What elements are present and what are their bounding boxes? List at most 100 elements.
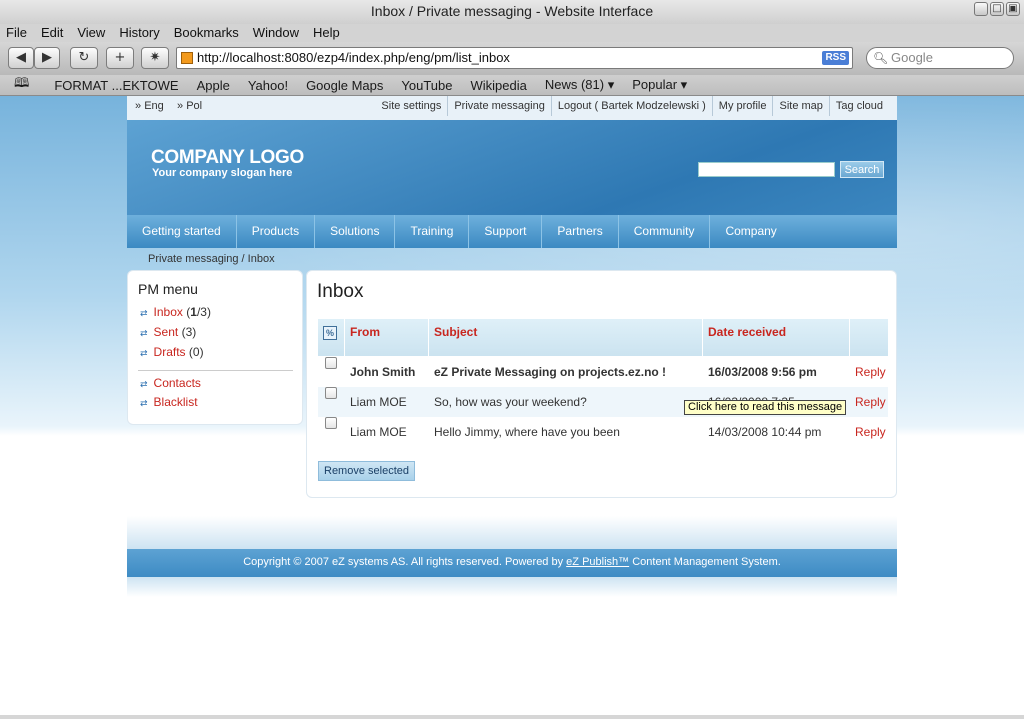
- reply-link[interactable]: Reply: [855, 417, 886, 447]
- pm-sent-item[interactable]: ⇄ Sent (3): [140, 325, 196, 339]
- web-page: » Eng » Pol Site settings Private messag…: [0, 96, 1024, 716]
- bookmark-apple[interactable]: Apple: [188, 78, 239, 93]
- pm-inbox-item[interactable]: ⇄ Inbox (1/3): [140, 305, 211, 319]
- menu-help[interactable]: Help: [306, 24, 347, 42]
- debug-button[interactable]: ✷: [141, 47, 169, 69]
- row-checkbox[interactable]: [325, 387, 337, 399]
- plus-icon: +: [114, 50, 126, 65]
- pm-contacts-item[interactable]: ⇄ Contacts: [140, 376, 201, 390]
- lang-eng-label: Eng: [144, 100, 164, 112]
- reply-link[interactable]: Reply: [855, 357, 886, 387]
- bookmark-google-maps[interactable]: Google Maps: [297, 78, 392, 93]
- breadcrumb: Private messaging / Inbox: [148, 253, 275, 265]
- menu-edit[interactable]: Edit: [34, 24, 70, 42]
- nav-partners[interactable]: Partners: [542, 215, 619, 248]
- row-subject[interactable]: eZ Private Messaging on projects.ez.no !: [434, 357, 666, 387]
- page-title: Inbox: [317, 281, 364, 302]
- row-date: 16/03/2008 9:56 pm: [708, 365, 817, 379]
- bookmark-youtube[interactable]: YouTube: [392, 78, 461, 93]
- footer-shade: [127, 516, 897, 549]
- rss-button[interactable]: RSS: [822, 51, 849, 65]
- company-slogan: Your company slogan here: [152, 167, 293, 179]
- remove-selected-button[interactable]: Remove selected: [318, 461, 415, 481]
- window-bottom-edge: [0, 715, 1024, 719]
- menu-window[interactable]: Window: [246, 24, 306, 42]
- favicon-icon: [181, 52, 193, 64]
- lang-eng[interactable]: » Eng: [135, 96, 164, 116]
- menu-bookmarks[interactable]: Bookmarks: [167, 24, 246, 42]
- pm-sent-count: (3): [181, 325, 197, 339]
- row-subject[interactable]: So, how was your weekend?: [434, 387, 587, 417]
- row-checkbox[interactable]: [325, 357, 337, 369]
- address-bar[interactable]: http://localhost:8080/ezp4/index.php/eng…: [176, 47, 853, 69]
- link-private-messaging[interactable]: Private messaging: [447, 96, 551, 116]
- top-links: Site settings Private messaging Logout (…: [375, 96, 889, 116]
- forward-icon: ▶: [42, 50, 52, 65]
- bookmark-yahoo[interactable]: Yahoo!: [239, 78, 297, 93]
- nav-support[interactable]: Support: [469, 215, 543, 248]
- site-search-button[interactable]: Search: [840, 161, 884, 178]
- nav-company[interactable]: Company: [710, 215, 791, 248]
- from-header[interactable]: From: [345, 319, 428, 356]
- bookmark-news[interactable]: News (81) ▾: [536, 77, 623, 93]
- link-site-map[interactable]: Site map: [772, 96, 828, 116]
- pm-divider: [138, 370, 293, 371]
- site-topbar: » Eng » Pol Site settings Private messag…: [127, 96, 897, 120]
- add-bookmark-button[interactable]: +: [106, 47, 134, 69]
- subject-header[interactable]: Subject: [429, 319, 702, 356]
- forward-button[interactable]: ▶: [34, 47, 60, 69]
- pm-inbox-link[interactable]: Inbox: [154, 305, 183, 319]
- arrows-icon: ⇄: [140, 399, 148, 409]
- company-logo[interactable]: COMPANY LOGO: [151, 147, 304, 169]
- restore-button[interactable]: ▣: [1006, 2, 1020, 16]
- nav-solutions[interactable]: Solutions: [315, 215, 396, 248]
- row-subject[interactable]: Hello Jimmy, where have you been: [434, 417, 620, 447]
- pm-blacklist-item[interactable]: ⇄ Blacklist: [140, 395, 198, 409]
- menu-history[interactable]: History: [112, 24, 166, 42]
- pm-sent-link[interactable]: Sent: [154, 325, 179, 339]
- search-input[interactable]: 🔍︎ Google: [866, 47, 1014, 69]
- browser-toolbar: ◀ ▶ ↻ + ✷ http://localhost:8080/ezp4/ind…: [0, 42, 1024, 75]
- zoom-button[interactable]: □: [990, 2, 1004, 16]
- row-from: Liam MOE: [350, 395, 407, 409]
- bookmarks-bar: 🕮︎ FORMAT ...EKTOWE Apple Yahoo! Google …: [0, 75, 1024, 96]
- bookmark-format[interactable]: FORMAT ...EKTOWE: [45, 78, 187, 93]
- reload-button[interactable]: ↻: [70, 47, 98, 69]
- bookmark-wikipedia[interactable]: Wikipedia: [461, 78, 535, 93]
- window-title: Inbox / Private messaging - Website Inte…: [370, 3, 654, 19]
- link-my-profile[interactable]: My profile: [711, 96, 773, 116]
- date-header[interactable]: Date received: [703, 319, 849, 356]
- nav-getting-started[interactable]: Getting started: [127, 215, 237, 248]
- menu-file[interactable]: File: [0, 24, 34, 42]
- back-button[interactable]: ◀: [8, 47, 34, 69]
- link-logout[interactable]: Logout ( Bartek Modzelewski ): [550, 96, 712, 116]
- minimize-button[interactable]: [974, 2, 988, 16]
- search-icon: 🔍︎: [873, 51, 889, 65]
- reply-header: [850, 319, 888, 356]
- table-row[interactable]: John Smith eZ Private Messaging on proje…: [318, 357, 888, 387]
- pm-contacts-link[interactable]: Contacts: [154, 376, 201, 390]
- window-buttons: □ ▣: [974, 2, 1020, 16]
- pm-drafts-item[interactable]: ⇄ Drafts (0): [140, 345, 204, 359]
- nav-community[interactable]: Community: [619, 215, 711, 248]
- pm-drafts-link[interactable]: Drafts: [154, 345, 186, 359]
- footer-ez-link[interactable]: eZ Publish™: [566, 556, 629, 568]
- pm-blacklist-link[interactable]: Blacklist: [154, 395, 198, 409]
- table-row[interactable]: Liam MOE Hello Jimmy, where have you bee…: [318, 417, 888, 447]
- toggle-select-icon[interactable]: %: [323, 326, 337, 340]
- link-site-settings[interactable]: Site settings: [375, 96, 447, 116]
- menu-view[interactable]: View: [70, 24, 112, 42]
- book-icon[interactable]: 🕮︎: [0, 74, 45, 96]
- footer-shade-bottom: [127, 577, 897, 597]
- bookmark-popular[interactable]: Popular ▾: [623, 77, 696, 93]
- select-all-header: %: [318, 319, 344, 356]
- lang-pol[interactable]: » Pol: [177, 96, 202, 116]
- reply-link[interactable]: Reply: [855, 387, 886, 417]
- back-icon: ◀: [16, 50, 26, 65]
- site-search-input[interactable]: [698, 162, 835, 177]
- pm-menu-title: PM menu: [138, 281, 198, 297]
- nav-products[interactable]: Products: [237, 215, 316, 248]
- row-checkbox[interactable]: [325, 417, 337, 429]
- nav-training[interactable]: Training: [395, 215, 470, 248]
- link-tag-cloud[interactable]: Tag cloud: [828, 96, 889, 116]
